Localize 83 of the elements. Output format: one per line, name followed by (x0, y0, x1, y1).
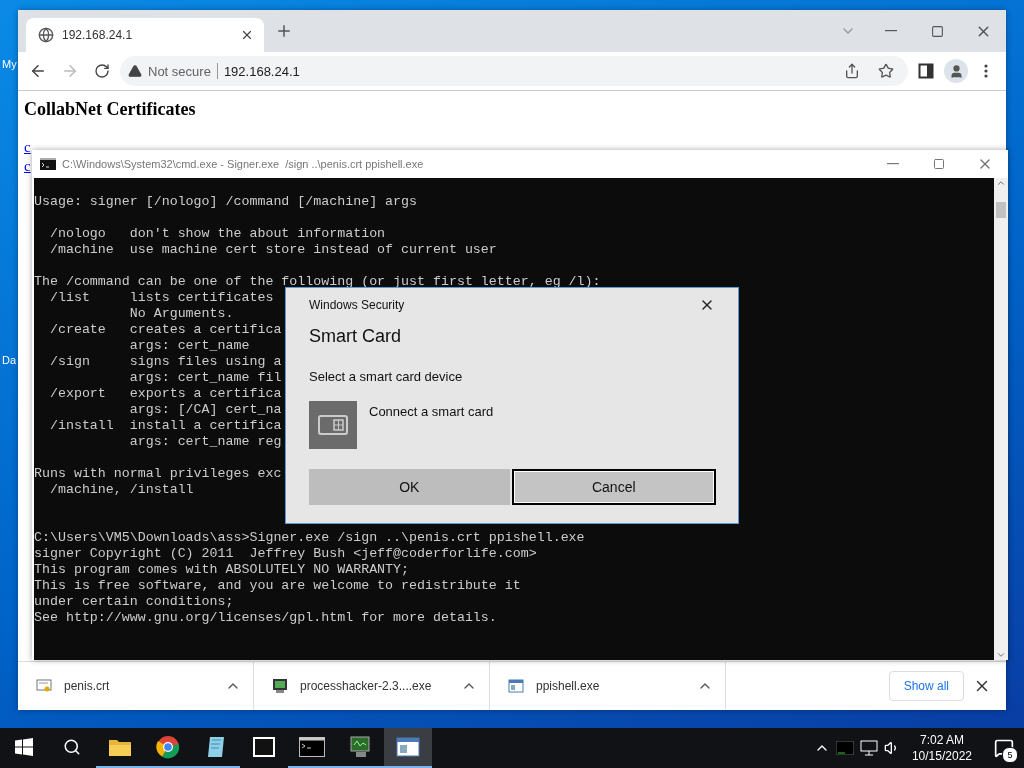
reload-icon (94, 63, 110, 79)
window-icon (508, 678, 524, 694)
console-line: Usage: signer [/nologo] /command [/machine] args (34, 194, 417, 209)
archive-icon (252, 736, 276, 758)
notepad-icon (205, 735, 227, 759)
smart-card-icon (317, 413, 349, 437)
console-line: /machine, /install (48, 482, 194, 497)
search-icon (63, 738, 81, 756)
notifications-button[interactable]: 5 (984, 728, 1024, 768)
scroll-up-icon (996, 178, 1006, 188)
console-line: This is free software, and you are welcome to redistribute it (34, 578, 521, 593)
taskbar-app[interactable] (384, 728, 432, 768)
forward-icon (61, 62, 79, 80)
console-line: This program comes with ABSOLUTELY NO WARRANTY; (34, 562, 410, 577)
address-bar[interactable]: Not secure 192.168.24.1 (120, 56, 908, 86)
dialog-button[interactable]: OK (309, 469, 510, 505)
maximize-icon (933, 158, 945, 170)
security-label: Not secure (148, 63, 211, 79)
console-line: C:\Users\VM5\Downloads\ass>Signer.exe /sign ..\penis.crt ppishell.exe (34, 530, 585, 545)
person-icon (948, 63, 964, 79)
console-line: args: cert_name fil (128, 370, 282, 385)
desktop-icon-label: Da (2, 354, 17, 366)
warning-icon (128, 64, 142, 78)
console-line: No Arguments. (128, 306, 234, 321)
scroll-thumb[interactable] (996, 202, 1006, 218)
download-item[interactable]: penis.crt (18, 662, 254, 710)
console-line: /sign signs files using a (48, 354, 282, 369)
window-icon (396, 737, 420, 757)
show-all-button[interactable]: Show all (888, 671, 964, 701)
console-icon (40, 158, 56, 170)
monitor-icon (348, 735, 372, 759)
url-text: 192.168.24.1 (223, 63, 301, 79)
console-line: /create creates a certifica (48, 322, 282, 337)
window-title: C:\Windows\System32\cmd.exe - Signer.exe /sign ..\penis.crt ppishell.exe (62, 158, 424, 170)
clock[interactable]: 7:02 AM 10/15/2022 (905, 732, 978, 764)
plus-icon (275, 22, 293, 40)
network-icon[interactable] (859, 740, 878, 756)
side-panel-icon (918, 63, 934, 79)
dialog-title: Smart Card (309, 326, 403, 347)
terminal-tray-icon[interactable] (835, 741, 854, 755)
star-icon (878, 63, 894, 79)
console-line: /nologo don't show the about information (48, 226, 386, 241)
console-line: /export exports a certifica (48, 386, 282, 401)
dialog-prompt: Select a smart card device (309, 369, 463, 384)
download-link[interactable]: c (24, 138, 31, 157)
minimize-icon (887, 163, 899, 165)
download-link[interactable]: c (24, 157, 31, 176)
share-icon (844, 63, 860, 79)
dialog-caption: Windows Security (309, 298, 405, 312)
maximize-icon (930, 24, 944, 38)
browser-icon (156, 735, 180, 759)
menu-icon (984, 64, 988, 78)
globe-icon (38, 27, 54, 43)
console-icon (299, 737, 325, 757)
device-label: Connect a smart card (369, 404, 494, 419)
smart-card-tile[interactable] (309, 401, 357, 449)
console-line: args: cert_name (128, 338, 250, 353)
profile-button[interactable] (944, 59, 968, 83)
console-line: Runs with normal privileges exc (34, 466, 282, 481)
download-item[interactable]: ppishell.exe (490, 662, 726, 710)
browser-tab[interactable]: 192.168.24.1 (26, 18, 264, 52)
minimize-icon (885, 30, 897, 32)
page-heading: CollabNet Certificates (24, 99, 197, 120)
scroll-down-icon (996, 650, 1006, 660)
console-line: signer Copyright (C) 2011 Jeffrey Bush <jeff@coderforlife.com> (34, 546, 537, 561)
program-icon (272, 678, 288, 694)
windows-logo-icon (15, 738, 33, 756)
scrollbar[interactable] (994, 178, 1008, 660)
console-line: /machine use machine cert store instead of current user (48, 242, 497, 257)
console-line: args: [/CA] cert_na (128, 402, 282, 417)
back-icon (29, 62, 47, 80)
folder-icon (108, 737, 132, 757)
download-item[interactable]: processhacker-2.3....exe (254, 662, 490, 710)
console-line: See http://www.gnu.org/licenses/gpl.html for more details. (34, 610, 497, 625)
console-line: under certain conditions; (34, 594, 234, 609)
dialog-button[interactable]: Cancel (511, 469, 716, 505)
close-tab-icon[interactable] (240, 28, 254, 42)
console-line: /list lists certificates (48, 290, 274, 305)
notification-icon (994, 738, 1014, 758)
desktop-icon-label: My (2, 58, 17, 70)
console-line: args: cert_name reg (128, 434, 282, 449)
certificate-icon (36, 678, 52, 694)
console-line: /install install a certifica (48, 418, 282, 433)
